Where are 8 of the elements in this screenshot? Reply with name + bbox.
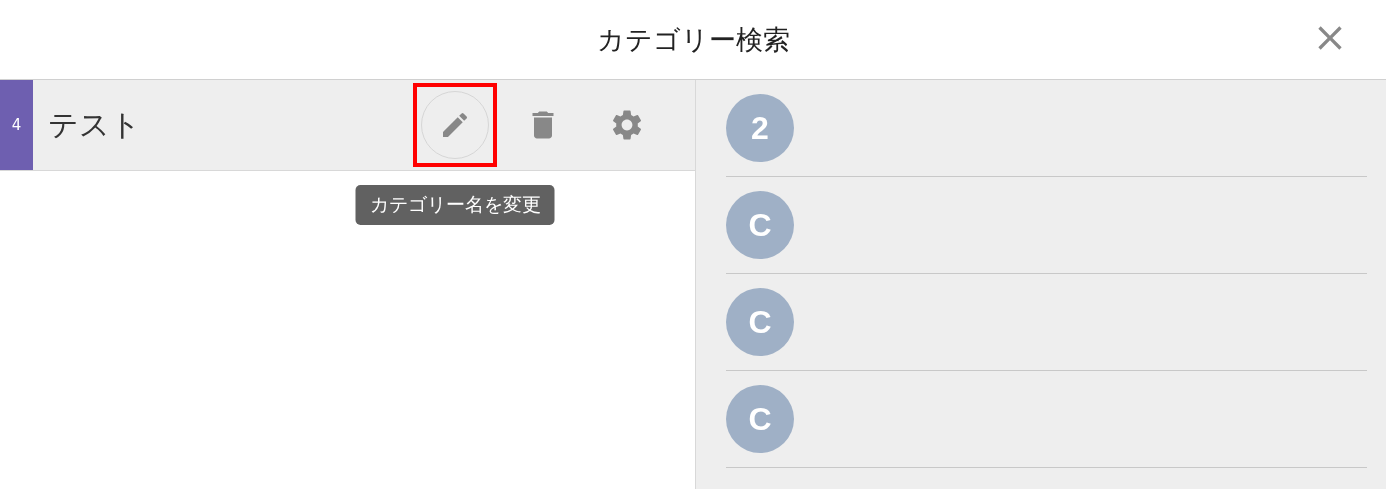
dialog-title: カテゴリー検索 xyxy=(596,22,790,57)
avatar: C xyxy=(726,191,794,259)
count-badge: 4 xyxy=(0,80,33,170)
avatar: 2 xyxy=(726,94,794,162)
avatar: C xyxy=(726,288,794,356)
avatar: C xyxy=(726,385,794,453)
category-name: テスト xyxy=(48,105,142,144)
tooltip: カテゴリー名を変更 xyxy=(355,185,555,225)
